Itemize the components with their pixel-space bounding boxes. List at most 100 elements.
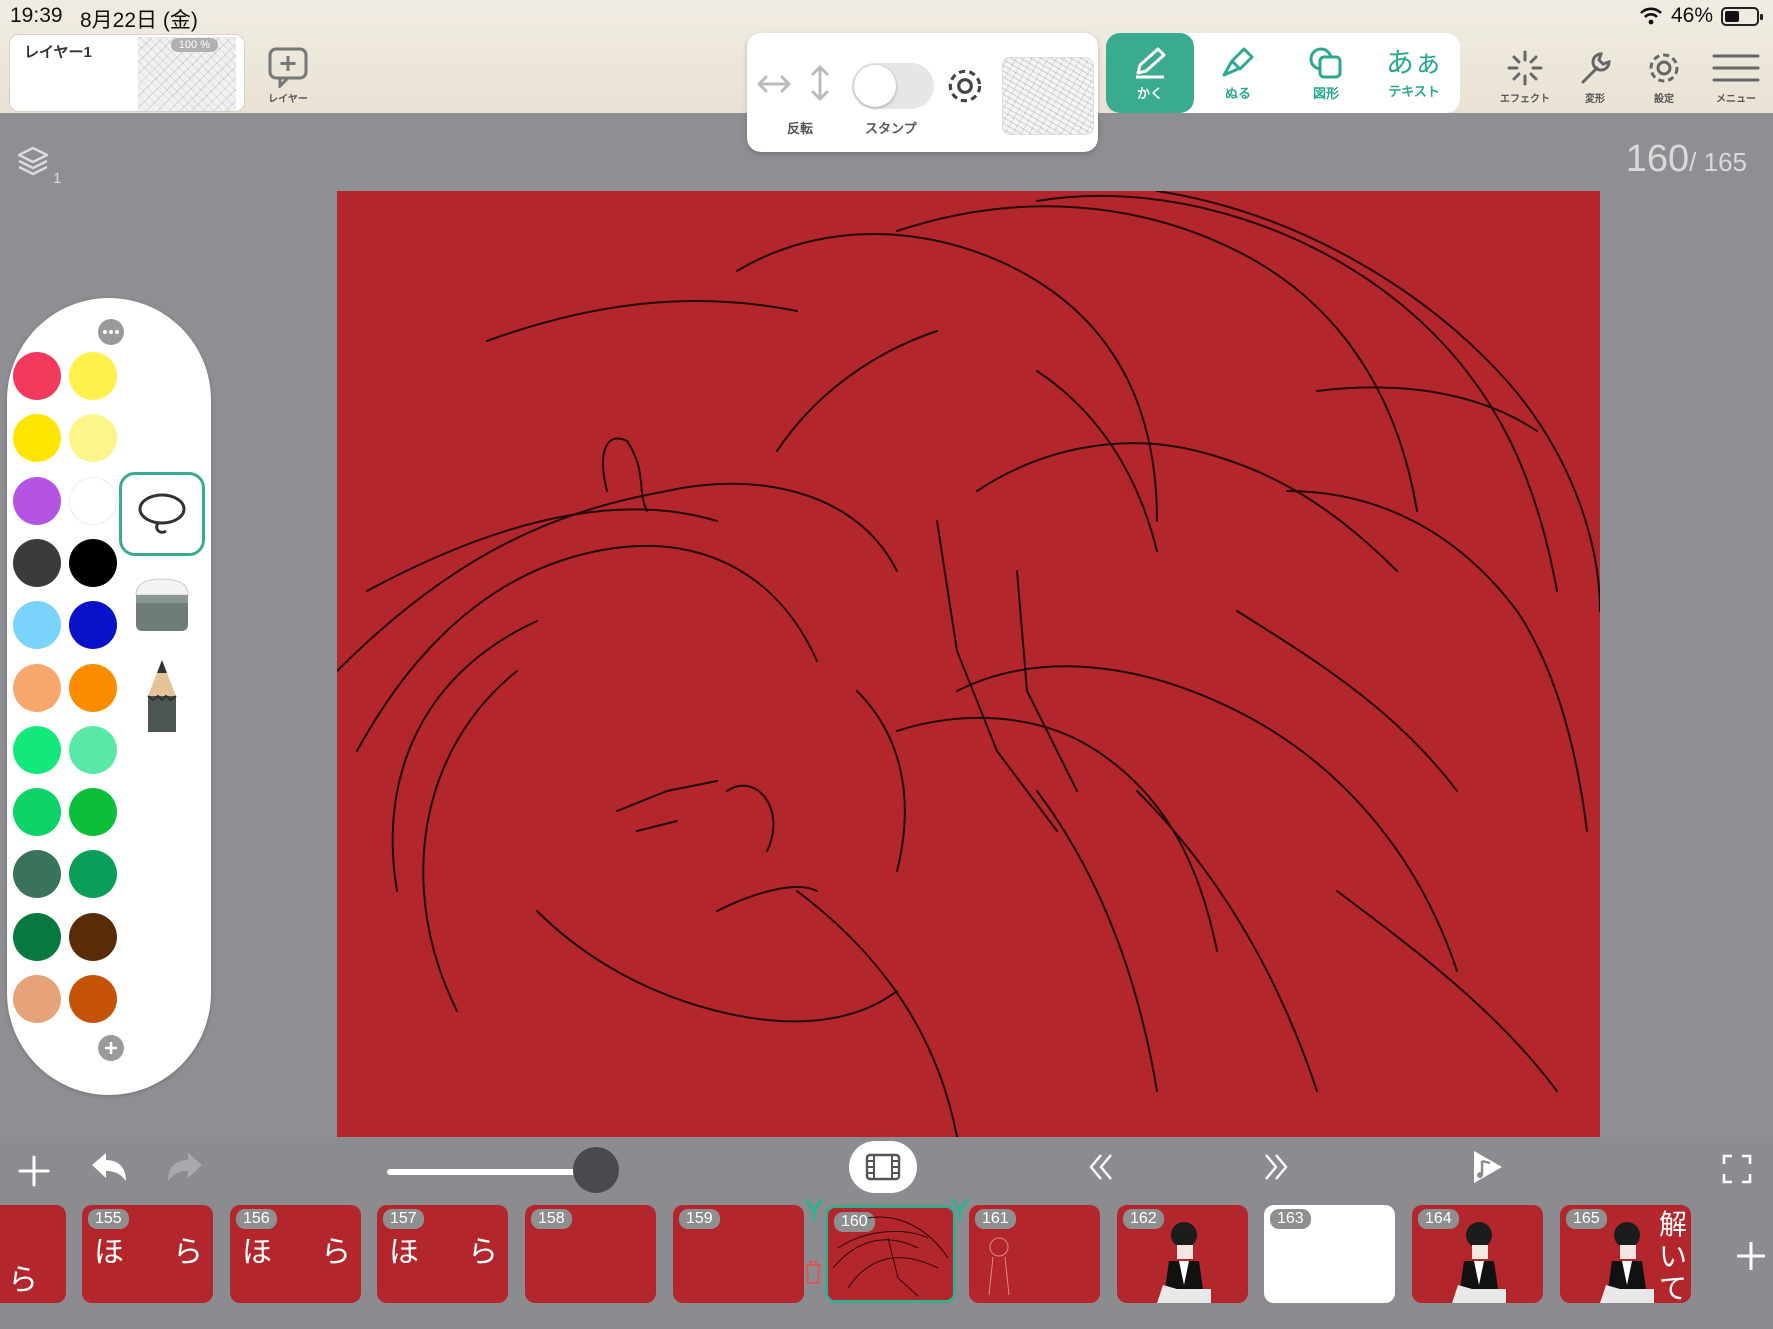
- color-palette: [7, 298, 211, 1095]
- timeline-frame[interactable]: 165 解いて: [1560, 1205, 1691, 1303]
- color-swatch[interactable]: [13, 725, 61, 774]
- add-color-icon[interactable]: [97, 1034, 125, 1062]
- color-swatch[interactable]: [13, 476, 61, 525]
- zoom-slider-knob[interactable]: [573, 1147, 619, 1193]
- timeline-frame[interactable]: 159: [673, 1205, 804, 1303]
- shape-mode-button[interactable]: 図形: [1282, 33, 1370, 113]
- filmstrip-button[interactable]: [849, 1141, 917, 1193]
- brush-sub-toolbar: 反転 スタンプ: [747, 33, 1098, 152]
- text-mode-button[interactable]: あぁ テキスト: [1370, 33, 1458, 113]
- flip-horizontal-icon[interactable]: [755, 69, 793, 99]
- onion-skin-left-marker-icon[interactable]: [804, 1197, 824, 1223]
- frame-number: 159: [679, 1209, 720, 1229]
- timeline-frame[interactable]: ら: [0, 1205, 66, 1303]
- color-swatch[interactable]: [13, 912, 61, 961]
- wrench-icon: [1581, 52, 1611, 84]
- frame-counter: 160/ 165: [1626, 138, 1747, 181]
- timeline-frame[interactable]: 155 ほ ら: [82, 1205, 213, 1303]
- next-frame-icon[interactable]: [1258, 1149, 1294, 1185]
- timeline-frame[interactable]: 157 ほ ら: [377, 1205, 508, 1303]
- stamp-preview[interactable]: [1002, 57, 1094, 135]
- layer-name: レイヤー1: [24, 44, 92, 61]
- color-swatch[interactable]: [69, 601, 117, 650]
- redo-icon[interactable]: [164, 1149, 206, 1187]
- pencil-icon: [1136, 47, 1166, 78]
- trash-icon[interactable]: [803, 1259, 823, 1285]
- add-layer-button[interactable]: レイヤー: [266, 46, 310, 105]
- timeline-frame[interactable]: 161: [969, 1205, 1100, 1303]
- effect-button[interactable]: エフェクト: [1500, 48, 1550, 105]
- layer-thumbnail[interactable]: レイヤー1 100 %: [9, 34, 245, 112]
- color-swatch[interactable]: [13, 538, 61, 587]
- color-swatch[interactable]: [69, 414, 117, 463]
- timeline-frame[interactable]: 158: [525, 1205, 656, 1303]
- color-swatch[interactable]: [69, 663, 117, 712]
- lasso-icon: [138, 493, 186, 534]
- frame-caption-char: ら: [8, 1263, 38, 1298]
- frame-caption-char: て: [1658, 1272, 1687, 1303]
- transform-button[interactable]: 変形: [1575, 48, 1615, 105]
- stamp-label: スタンプ: [865, 121, 917, 136]
- text-mode-glyph: あぁ: [1385, 46, 1442, 78]
- timeline-frame[interactable]: 162: [1117, 1205, 1248, 1303]
- status-date: 8月22日 (金): [80, 9, 198, 32]
- color-swatch[interactable]: [69, 788, 117, 837]
- color-swatch[interactable]: [69, 476, 117, 525]
- fill-mode-label: ぬる: [1224, 85, 1251, 101]
- color-swatch[interactable]: [13, 850, 61, 899]
- draw-mode-button[interactable]: かく: [1106, 33, 1194, 113]
- film-icon: [865, 1153, 901, 1181]
- layer-count-indicator[interactable]: 1: [16, 144, 61, 187]
- transform-label: 変形: [1585, 94, 1605, 105]
- frame-caption-char: ほ: [242, 1235, 272, 1270]
- undo-icon[interactable]: [88, 1149, 130, 1187]
- battery-percent: 46%: [1670, 4, 1713, 27]
- lasso-tool-button[interactable]: [119, 472, 205, 556]
- wifi-icon: [1640, 7, 1662, 25]
- color-swatch[interactable]: [13, 352, 61, 400]
- frame-number: 155: [88, 1209, 129, 1229]
- fill-mode-button[interactable]: ぬる: [1194, 33, 1282, 113]
- flip-vertical-icon[interactable]: [805, 63, 835, 103]
- onion-skin-right-marker-icon[interactable]: [950, 1197, 970, 1223]
- add-frame-icon[interactable]: [16, 1153, 52, 1189]
- color-swatch[interactable]: [69, 725, 117, 774]
- layers-icon: [17, 146, 49, 176]
- eraser-tool-button[interactable]: [119, 564, 205, 648]
- color-swatch[interactable]: [69, 912, 117, 961]
- drawing-canvas[interactable]: [336, 190, 1601, 1138]
- color-swatch[interactable]: [13, 975, 61, 1023]
- timeline-frame[interactable]: 156 ほ ら: [230, 1205, 361, 1303]
- total-frames: / 165: [1689, 147, 1747, 177]
- paint-brush-icon: [1222, 47, 1254, 76]
- pencil-tool-button[interactable]: [119, 654, 205, 738]
- sparkle-icon: [1507, 50, 1543, 86]
- previous-frame-icon[interactable]: [1083, 1149, 1119, 1185]
- color-swatch[interactable]: [69, 975, 117, 1023]
- menu-button[interactable]: メニュー: [1712, 48, 1760, 105]
- effect-label: エフェクト: [1500, 94, 1550, 105]
- settings-button[interactable]: 設定: [1644, 48, 1684, 105]
- timeline-frame[interactable]: 164: [1412, 1205, 1543, 1303]
- fullscreen-icon[interactable]: [1721, 1153, 1753, 1185]
- color-swatch[interactable]: [13, 601, 61, 650]
- add-frame-end-icon[interactable]: [1734, 1239, 1768, 1273]
- color-swatch[interactable]: [69, 538, 117, 587]
- color-swatch[interactable]: [13, 663, 61, 712]
- frame-caption-char: ら: [173, 1235, 203, 1270]
- color-swatch[interactable]: [13, 414, 61, 463]
- more-options-icon[interactable]: [97, 318, 125, 346]
- color-swatch[interactable]: [69, 352, 117, 400]
- color-swatch[interactable]: [69, 850, 117, 899]
- character-figure: [1600, 1222, 1654, 1303]
- frame-number: 158: [531, 1209, 572, 1229]
- gear-icon: [1649, 53, 1679, 83]
- timeline-frame[interactable]: 163: [1264, 1205, 1395, 1303]
- frame-sketch: [832, 1216, 949, 1297]
- play-music-icon[interactable]: [1470, 1147, 1506, 1187]
- frame-caption-char: ら: [321, 1235, 351, 1270]
- stamp-settings-gear-icon[interactable]: [944, 65, 986, 107]
- stamp-toggle[interactable]: [852, 63, 934, 109]
- timeline-frame[interactable]: 160: [825, 1205, 956, 1303]
- color-swatch[interactable]: [13, 788, 61, 837]
